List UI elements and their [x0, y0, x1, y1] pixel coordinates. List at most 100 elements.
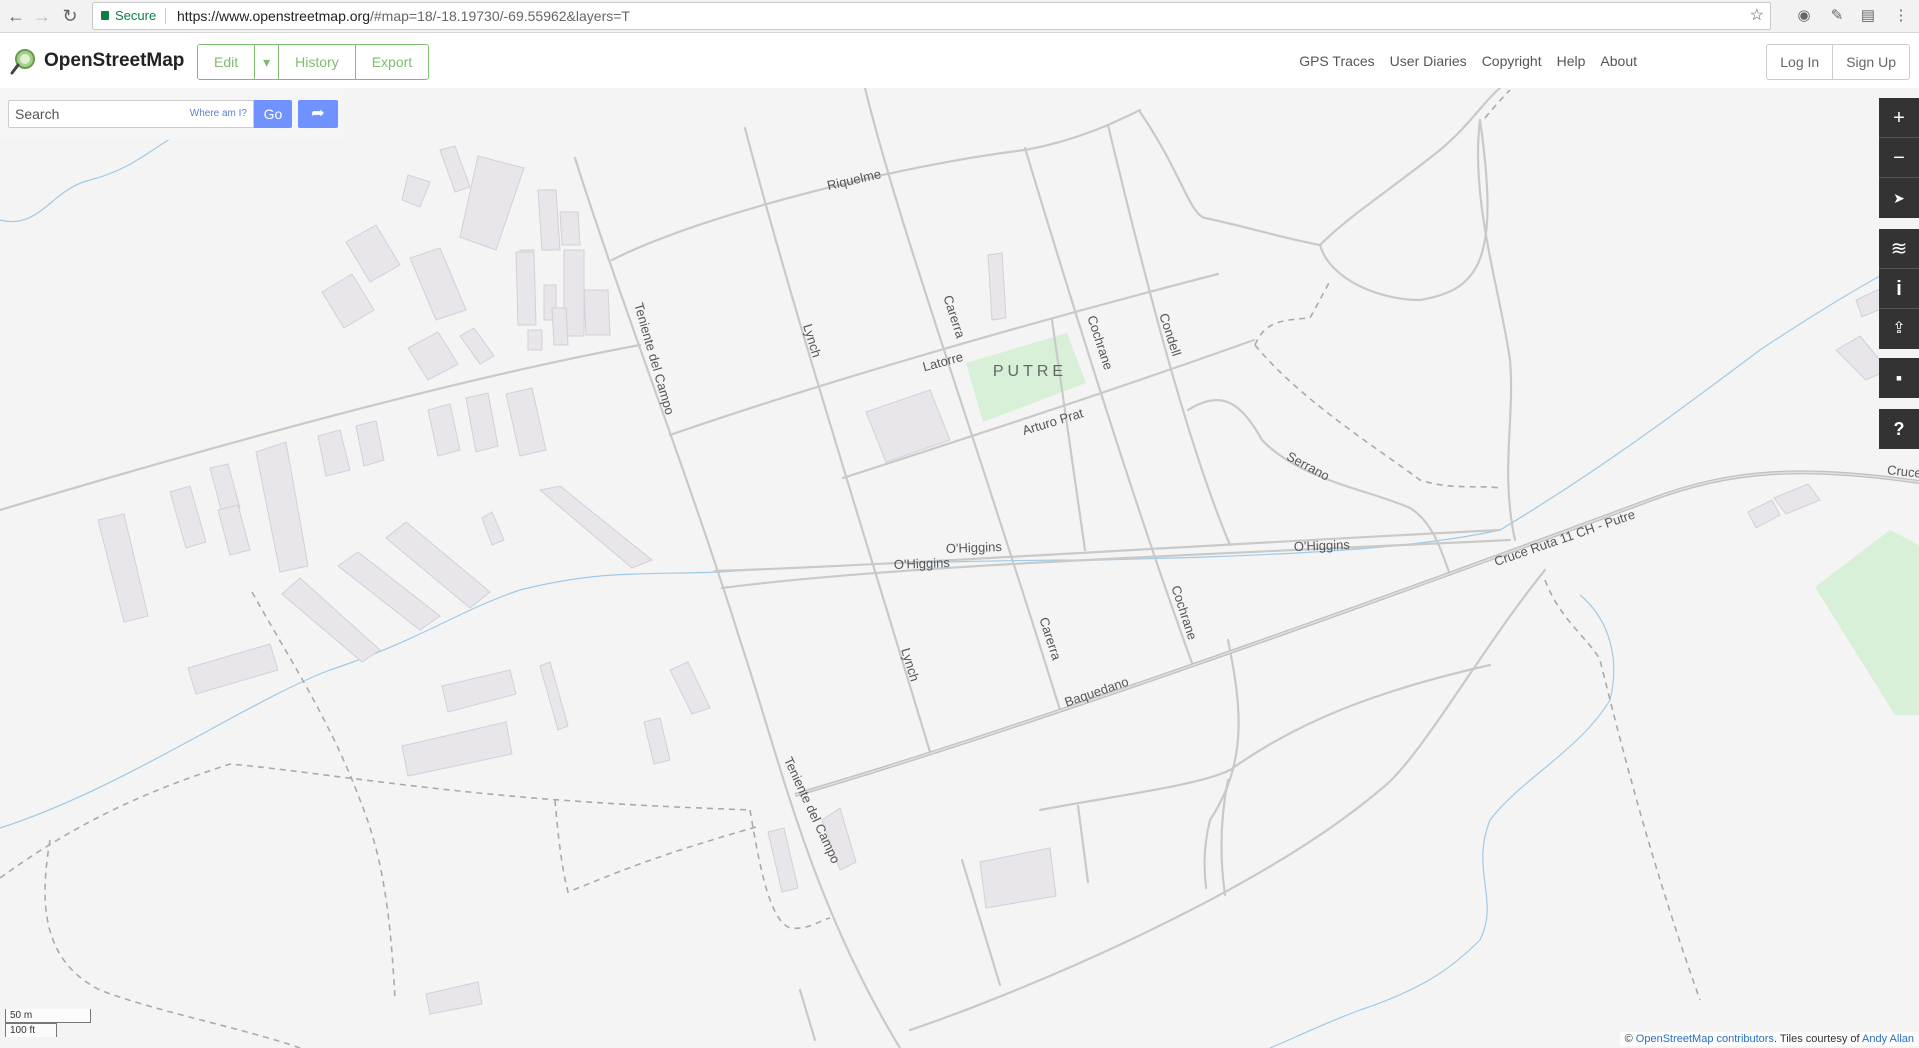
road-east2: [1318, 88, 1502, 247]
road-east3: [1318, 118, 1489, 302]
building: [427, 403, 461, 457]
building: [979, 847, 1057, 909]
park-area: [1815, 530, 1919, 715]
building: [515, 251, 537, 326]
map-canvas[interactable]: Riquelme Teniente del Campo Lynch Carerr…: [0, 88, 1919, 1048]
zoom-out-button[interactable]: −: [1879, 138, 1919, 178]
help-query-button[interactable]: ?: [1879, 409, 1919, 449]
road-east4: [1476, 118, 1517, 542]
extension-icon[interactable]: ✎: [1826, 5, 1848, 27]
login-button[interactable]: Log In: [1767, 45, 1834, 79]
building: [643, 717, 671, 765]
extension-icon[interactable]: ▤: [1857, 5, 1879, 27]
brand-title[interactable]: OpenStreetMap: [44, 50, 184, 72]
nav-help[interactable]: Help: [1557, 53, 1586, 69]
building: [865, 389, 951, 463]
back-icon[interactable]: ←: [4, 4, 28, 28]
url-text[interactable]: https://www.openstreetmap.org/#map=18/-1…: [177, 3, 630, 29]
share-button[interactable]: ⇪: [1879, 309, 1919, 349]
building: [459, 327, 495, 365]
road-ohiggins-s: [720, 538, 1512, 590]
road-west: [0, 343, 642, 512]
building: [255, 441, 309, 573]
building: [355, 420, 385, 467]
footpath: [1254, 281, 1331, 346]
building: [537, 189, 561, 251]
secure-indicator[interactable]: Secure: [101, 3, 156, 29]
building: [1773, 483, 1821, 515]
browser-chrome: ← → ↻ Secure https://www.openstreetmap.o…: [0, 0, 1919, 33]
map-tiles: Riquelme Teniente del Campo Lynch Carerr…: [0, 88, 1919, 1048]
building: [583, 289, 611, 336]
auth-buttons: Log In Sign Up: [1766, 44, 1910, 80]
nav-about[interactable]: About: [1600, 53, 1637, 69]
street-label-lynch-1: Lynch: [800, 322, 824, 359]
footpath: [1254, 344, 1501, 489]
footpath: [554, 799, 757, 894]
forward-icon[interactable]: →: [30, 4, 54, 28]
scale-bar: 50 m 100 ft: [5, 1009, 91, 1037]
building: [409, 247, 467, 321]
signup-button[interactable]: Sign Up: [1833, 45, 1909, 79]
building: [551, 307, 569, 346]
scale-imperial: 100 ft: [5, 1023, 57, 1037]
town-label: PUTRE: [993, 363, 1067, 380]
where-am-i-link[interactable]: Where am I?: [190, 108, 247, 119]
building: [441, 669, 517, 713]
road-cochrane: [1023, 146, 1194, 665]
road-ohiggins-n: [713, 528, 1502, 573]
road-teniente: [573, 156, 902, 1048]
road-s6: [798, 988, 817, 1042]
reload-icon[interactable]: ↻: [58, 4, 82, 28]
building: [97, 513, 149, 623]
building: [439, 145, 471, 193]
street-label-carerra-1: Carerra: [940, 293, 968, 340]
directions-button[interactable]: ➦: [298, 100, 338, 128]
stream: [1269, 594, 1615, 1048]
panel-controls: ≋ i ⇪: [1879, 229, 1919, 349]
tile-author-link[interactable]: Andy Allan: [1862, 1033, 1914, 1045]
building: [527, 329, 543, 351]
building: [559, 211, 581, 246]
history-button[interactable]: History: [279, 45, 356, 79]
nav-user-diaries[interactable]: User Diaries: [1390, 53, 1467, 69]
building: [187, 643, 279, 695]
street-label-ohiggins-3: O'Higgins: [1294, 537, 1351, 554]
locate-button[interactable]: ➤: [1879, 178, 1919, 218]
building: [767, 827, 799, 893]
street-label-carerra-2: Carerra: [1036, 615, 1064, 662]
building: [465, 392, 499, 453]
osm-contributors-link[interactable]: OpenStreetMap contributors: [1636, 1033, 1774, 1045]
road-east: [1138, 110, 1322, 247]
site-header: OpenStreetMap Edit ▾ History Export GPS …: [0, 33, 1919, 88]
nav-gps-traces[interactable]: GPS Traces: [1299, 53, 1374, 69]
bookmark-star-icon[interactable]: ☆: [1750, 3, 1764, 29]
stream: [0, 137, 173, 223]
layers-button[interactable]: ≋: [1879, 229, 1919, 269]
extension-icon[interactable]: ◉: [1793, 5, 1815, 27]
menu-dots-icon[interactable]: ⋮: [1890, 5, 1912, 27]
street-label-teniente-1: Teniente del Campo: [631, 301, 677, 416]
street-label-teniente-2: Teniente del Campo: [781, 755, 843, 866]
street-label-serrano: Serrano: [1284, 449, 1332, 484]
building: [317, 429, 351, 477]
edit-dropdown-button[interactable]: ▾: [255, 45, 280, 79]
add-note-button[interactable]: ▪: [1879, 358, 1919, 398]
building: [345, 224, 401, 283]
zoom-in-button[interactable]: +: [1879, 98, 1919, 138]
search-input[interactable]: [9, 101, 179, 127]
building: [425, 981, 483, 1015]
address-bar[interactable]: Secure https://www.openstreetmap.org/#ma…: [92, 2, 1771, 30]
edit-button[interactable]: Edit: [198, 45, 256, 79]
map-info-button[interactable]: i: [1879, 269, 1919, 309]
building: [481, 511, 505, 546]
lock-icon: [101, 11, 109, 20]
street-label-lynch-2: Lynch: [898, 646, 922, 683]
search-go-button[interactable]: Go: [254, 100, 292, 128]
export-button[interactable]: Export: [355, 45, 429, 79]
nav-copyright[interactable]: Copyright: [1482, 53, 1542, 69]
building: [505, 387, 547, 457]
osm-logo-icon[interactable]: [10, 48, 38, 76]
building: [1747, 499, 1781, 529]
building: [217, 504, 251, 556]
